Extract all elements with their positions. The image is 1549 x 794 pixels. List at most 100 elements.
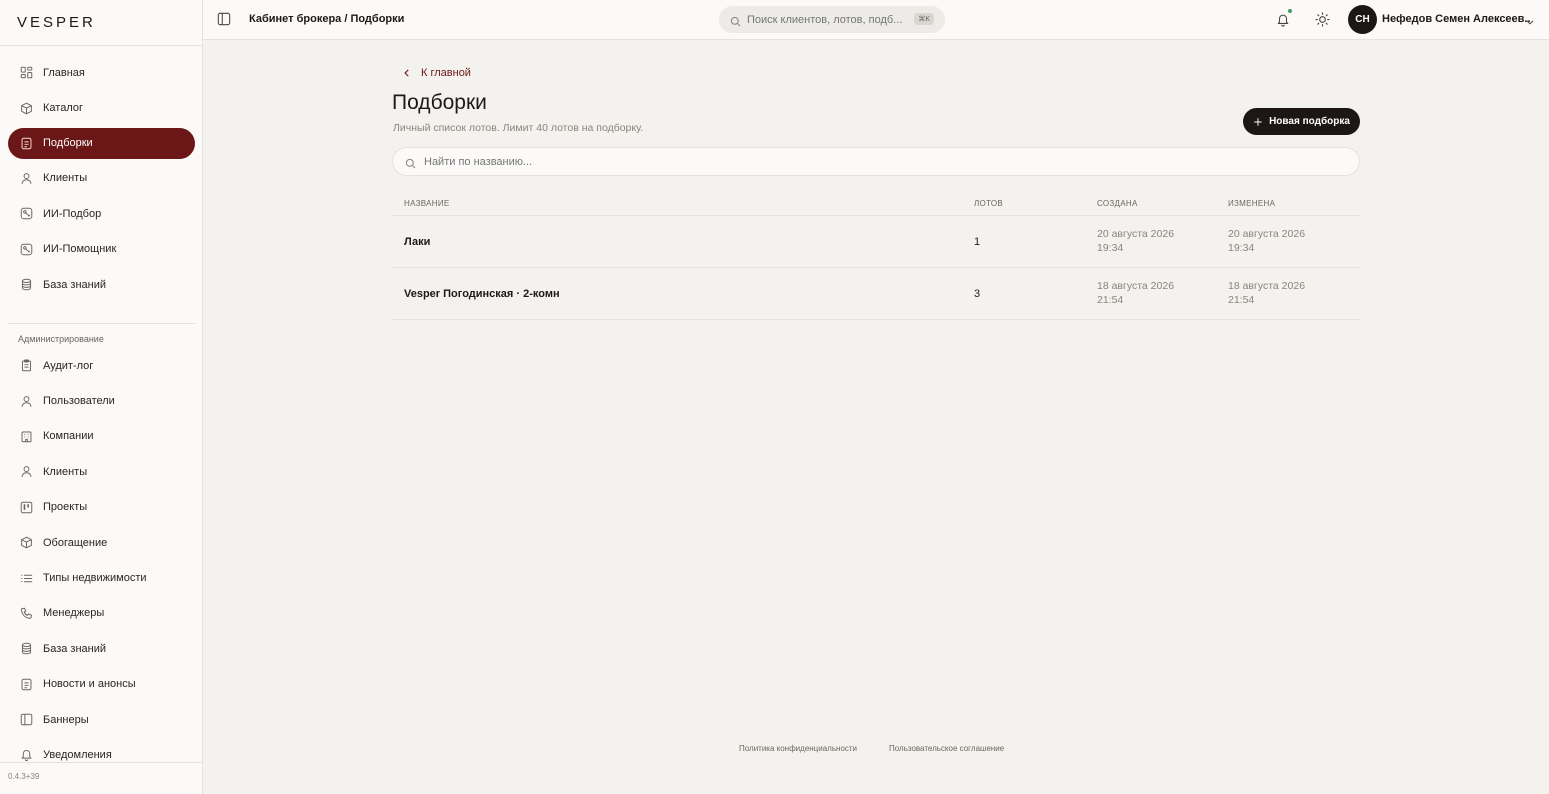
- sidebar-item-label: Главная: [43, 66, 85, 79]
- sidebar-item-ai-assistant[interactable]: ИИ-Помощник: [0, 232, 203, 267]
- global-search[interactable]: ⌘K: [719, 6, 945, 33]
- database-icon: [19, 642, 33, 656]
- building-icon: [19, 429, 33, 443]
- sidebar-item-label: Компании: [43, 430, 94, 443]
- row-created: 18 августа 2026 21:54: [1097, 279, 1207, 307]
- sidebar-item-label: Клиенты: [43, 465, 88, 478]
- avatar[interactable]: СН: [1348, 5, 1377, 34]
- collection-search-input[interactable]: [424, 155, 1324, 168]
- sidebar-item-admin-knowledge-base[interactable]: База знаний: [0, 631, 203, 666]
- page-subtitle: Личный список лотов. Лимит 40 лотов на п…: [393, 122, 644, 134]
- kanban-icon: [19, 500, 33, 514]
- sidebar-item-label: Менеджеры: [43, 607, 105, 620]
- sidebar-item-banners[interactable]: Баннеры: [0, 702, 203, 737]
- bell-icon: [19, 748, 33, 762]
- row-updated: 20 августа 2026 19:34: [1228, 227, 1338, 255]
- row-created-date: 18 августа 2026: [1097, 280, 1175, 292]
- plus-icon: [1253, 117, 1263, 127]
- sidebar-item-users[interactable]: Пользователи: [0, 383, 203, 418]
- sidebar-item-admin-clients[interactable]: Клиенты: [0, 454, 203, 489]
- table-row[interactable]: Лаки 1 20 августа 2026 19:34 20 августа …: [392, 216, 1360, 268]
- column-header-created[interactable]: СОЗДАНА: [1097, 199, 1138, 208]
- sidebar-item-audit-log[interactable]: Аудит-лог: [0, 348, 203, 383]
- sidebar-item-knowledge-base[interactable]: База знаний: [0, 267, 203, 302]
- panel-icon: [19, 713, 33, 727]
- sidebar-item-enrichment[interactable]: Обогащение: [0, 525, 203, 560]
- new-collection-label: Новая подборка: [1269, 116, 1350, 127]
- global-search-input[interactable]: [747, 13, 905, 26]
- sidebar-item-projects[interactable]: Проекты: [0, 490, 203, 525]
- row-updated-time: 19:34: [1228, 242, 1255, 254]
- sidebar-item-label: Каталог: [43, 102, 83, 115]
- sidebar-item-notifications[interactable]: Уведомления: [0, 737, 203, 772]
- sidebar-item-label: Баннеры: [43, 713, 89, 726]
- ai-icon: [19, 207, 33, 221]
- user-name[interactable]: Нефедов Семен Алексеев...: [1382, 13, 1530, 25]
- sidebar-item-label: ИИ-Помощник: [43, 243, 117, 256]
- page-title: Подборки: [392, 91, 487, 114]
- user-icon: [19, 394, 33, 408]
- main-nav: Главная Каталог Подборки Клиенты ИИ-Подб…: [0, 55, 203, 302]
- row-count: 1: [974, 236, 981, 248]
- row-updated-date: 20 августа 2026: [1228, 228, 1306, 240]
- privacy-policy-link[interactable]: Политика конфиденциальности: [739, 744, 857, 753]
- bell-icon[interactable]: [1276, 12, 1290, 27]
- table-row[interactable]: Vesper Погодинская · 2-комн 3 18 августа…: [392, 268, 1360, 320]
- sidebar-item-collections[interactable]: Подборки: [8, 127, 195, 159]
- row-count: 3: [974, 288, 981, 300]
- sidebar-item-label: ИИ-Подбор: [43, 207, 102, 220]
- list-icon: [19, 571, 33, 585]
- sidebar-item-managers[interactable]: Менеджеры: [0, 596, 203, 631]
- sidebar-item-catalog[interactable]: Каталог: [0, 90, 203, 125]
- sidebar-item-ai-selection[interactable]: ИИ-Подбор: [0, 196, 203, 231]
- phone-icon: [19, 606, 33, 620]
- row-created-time: 19:34: [1097, 242, 1124, 254]
- table-header: НАЗВАНИЕ ЛОТОВ СОЗДАНА ИЗМЕНЕНА: [392, 192, 1360, 216]
- sidebar-item-label: Типы недвижимости: [43, 572, 147, 585]
- back-link[interactable]: К главной: [402, 67, 471, 79]
- sidebar-toggle-icon[interactable]: [217, 12, 231, 26]
- breadcrumb: Кабинет брокера / Подборки: [249, 13, 405, 25]
- new-collection-button[interactable]: Новая подборка: [1243, 108, 1360, 135]
- database-icon: [19, 278, 33, 292]
- shortcut-badge: ⌘K: [914, 13, 934, 25]
- row-name[interactable]: Vesper Погодинская · 2-комн: [404, 288, 560, 300]
- row-created-time: 21:54: [1097, 294, 1124, 306]
- sidebar-item-clients[interactable]: Клиенты: [0, 161, 203, 196]
- sidebar-item-label: Подборки: [43, 137, 93, 150]
- sidebar: VESPER Главная Каталог Подборки Клиенты …: [0, 0, 203, 794]
- sidebar-item-label: База знаний: [43, 278, 107, 291]
- chevron-left-icon: [402, 68, 412, 78]
- ai-icon: [19, 242, 33, 256]
- user-icon: [19, 171, 33, 185]
- app-logo[interactable]: VESPER: [17, 14, 96, 31]
- row-name[interactable]: Лаки: [404, 236, 430, 248]
- row-updated: 18 августа 2026 21:54: [1228, 279, 1338, 307]
- dashboard-icon: [19, 66, 33, 80]
- column-header-name[interactable]: НАЗВАНИЕ: [404, 199, 450, 208]
- chevron-down-icon[interactable]: [1525, 14, 1535, 24]
- back-link-label: К главной: [421, 67, 471, 79]
- terms-link[interactable]: Пользовательское соглашение: [889, 744, 1004, 753]
- column-header-updated[interactable]: ИЗМЕНЕНА: [1228, 199, 1275, 208]
- admin-nav: Аудит-лог Пользователи Компании Клиенты …: [0, 348, 203, 773]
- sidebar-item-property-types[interactable]: Типы недвижимости: [0, 560, 203, 595]
- sidebar-item-label: База знаний: [43, 642, 107, 655]
- row-created: 20 августа 2026 19:34: [1097, 227, 1207, 255]
- sidebar-item-news[interactable]: Новости и анонсы: [0, 667, 203, 702]
- row-updated-date: 18 августа 2026: [1228, 280, 1306, 292]
- box-icon: [19, 101, 33, 115]
- user-icon: [19, 465, 33, 479]
- divider: [8, 323, 195, 324]
- admin-section-title: Администрирование: [18, 334, 104, 344]
- sidebar-item-label: Клиенты: [43, 172, 88, 185]
- sun-icon[interactable]: [1315, 12, 1330, 27]
- sidebar-item-label: Обогащение: [43, 536, 108, 549]
- column-header-count[interactable]: ЛОТОВ: [974, 199, 1003, 208]
- sidebar-item-companies[interactable]: Компании: [0, 419, 203, 454]
- collection-search[interactable]: [392, 147, 1360, 176]
- clipboard-icon: [19, 359, 33, 373]
- sidebar-item-home[interactable]: Главная: [0, 55, 203, 90]
- app-version: 0.4.3+39: [8, 772, 40, 781]
- notification-dot: [1288, 9, 1292, 13]
